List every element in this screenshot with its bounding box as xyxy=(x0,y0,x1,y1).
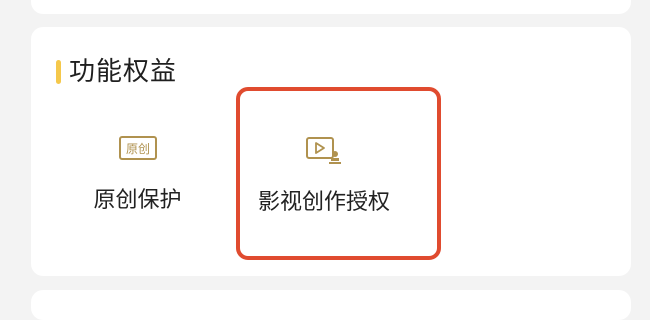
highlight-annotation xyxy=(236,87,441,260)
feature-original-protection[interactable]: 原创 原创保护 xyxy=(85,135,190,215)
section-accent-bar xyxy=(56,60,61,84)
next-card xyxy=(31,290,631,320)
section-title: 功能权益 xyxy=(69,57,178,87)
feature-label: 原创保护 xyxy=(93,188,182,213)
svg-text:原创: 原创 xyxy=(125,142,149,156)
original-icon: 原创 xyxy=(118,136,157,160)
previous-card xyxy=(31,0,631,14)
